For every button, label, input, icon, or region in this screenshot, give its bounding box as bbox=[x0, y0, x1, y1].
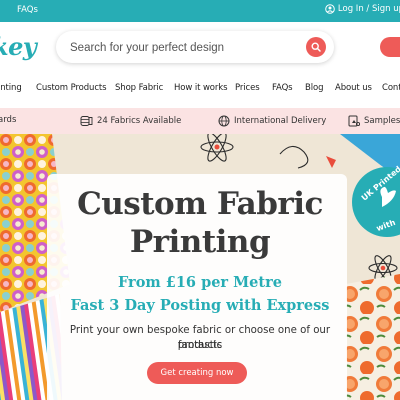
nav-item-contact[interactable]: Cont bbox=[382, 83, 400, 93]
feature-cards: ards bbox=[0, 115, 16, 125]
header: key bbox=[0, 22, 400, 70]
nav-item-printing[interactable]: inting bbox=[0, 83, 22, 93]
nav-item-prices[interactable]: Prices bbox=[235, 83, 260, 93]
search-input[interactable] bbox=[68, 38, 292, 58]
main-nav: inting Custom Products Shop Fabric How i… bbox=[0, 78, 400, 98]
login-signup-link[interactable]: Log In / Sign up bbox=[325, 4, 400, 14]
search-icon bbox=[311, 42, 321, 52]
nav-item-shop-fabric[interactable]: Shop Fabric bbox=[115, 83, 163, 93]
top-bar: FAQs Log In / Sign up bbox=[0, 0, 400, 22]
hero-description-line2: products bbox=[177, 340, 223, 351]
login-label: Log In / Sign up bbox=[337, 4, 400, 14]
faqs-link[interactable]: FAQs bbox=[17, 5, 38, 15]
nav-item-about-us[interactable]: About us bbox=[335, 83, 372, 93]
hero-subtitle-price: From £16 per Metre bbox=[118, 274, 282, 291]
nav-item-how-it-works[interactable]: How it works bbox=[174, 83, 228, 93]
search-button[interactable] bbox=[306, 37, 326, 57]
samples-icon bbox=[348, 115, 360, 127]
hero-subtitle-posting: Fast 3 Day Posting with Express bbox=[70, 297, 330, 314]
feature-international-delivery: International Delivery bbox=[218, 115, 326, 127]
site-logo[interactable]: key bbox=[0, 32, 37, 61]
nav-item-blog[interactable]: Blog bbox=[305, 83, 323, 93]
feature-label: International Delivery bbox=[234, 116, 327, 126]
fabric-roll-icon bbox=[80, 116, 93, 126]
hero-title-line1: Custom Fabric bbox=[77, 186, 323, 222]
feature-label: 24 Fabrics Available bbox=[97, 116, 182, 126]
feature-label: ards bbox=[0, 115, 17, 125]
hero-banner: UK Printed with Custom Fabric Printing F… bbox=[0, 134, 400, 400]
hero-title-line2: Printing bbox=[129, 224, 271, 260]
nav-item-faqs[interactable]: FAQs bbox=[272, 83, 293, 93]
get-creating-button[interactable]: Get creating now bbox=[147, 362, 247, 384]
nav-item-custom-products[interactable]: Custom Products bbox=[36, 83, 107, 93]
features-strip: ards 24 Fabrics Available International … bbox=[0, 108, 400, 134]
globe-icon bbox=[218, 115, 230, 127]
feature-samples: Samples bbox=[348, 115, 400, 127]
feature-label: Samples bbox=[364, 116, 400, 126]
search-bar bbox=[56, 31, 334, 63]
user-icon bbox=[325, 4, 335, 14]
header-cta-button[interactable] bbox=[380, 37, 400, 57]
feature-fabrics: 24 Fabrics Available bbox=[80, 115, 181, 127]
